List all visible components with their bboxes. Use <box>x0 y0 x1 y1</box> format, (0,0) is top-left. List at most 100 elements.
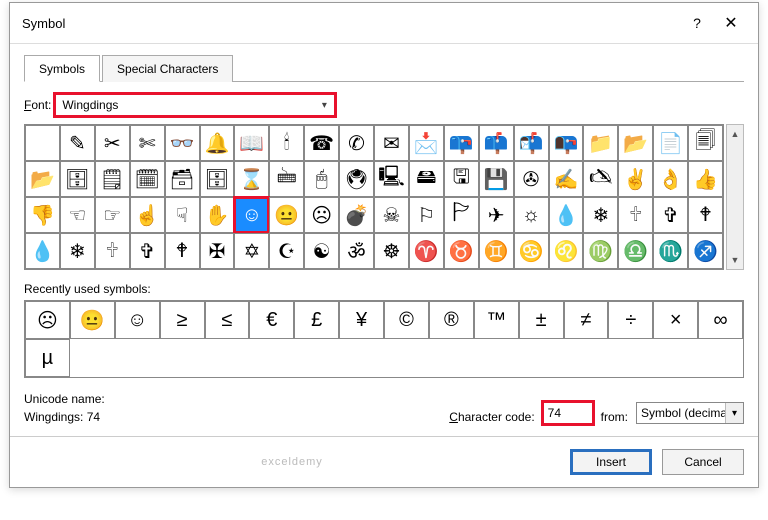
symbol-cell[interactable]: 👎 <box>25 197 60 233</box>
symbol-cell[interactable]: 🗄 <box>200 161 235 197</box>
symbol-cell[interactable]: ✎ <box>60 125 95 161</box>
symbol-cell[interactable] <box>25 125 60 161</box>
cancel-button[interactable]: Cancel <box>662 449 744 475</box>
recent-cell[interactable]: × <box>653 301 698 339</box>
font-select[interactable]: Wingdings ▾ <box>55 94 335 116</box>
symbol-cell[interactable]: 📄 <box>653 125 688 161</box>
symbol-cell[interactable]: ✍ <box>549 161 584 197</box>
recent-cell[interactable]: 😐 <box>70 301 115 339</box>
scroll-down-icon[interactable]: ▼ <box>727 251 743 269</box>
symbol-cell[interactable]: 📪 <box>444 125 479 161</box>
scroll-up-icon[interactable]: ▲ <box>727 125 743 143</box>
symbol-cell[interactable]: 🖱 <box>304 161 339 197</box>
recent-cell[interactable]: ≠ <box>564 301 609 339</box>
symbol-cell[interactable]: ♌ <box>549 233 584 269</box>
symbol-cell[interactable]: ♍ <box>583 233 618 269</box>
symbol-cell[interactable]: 🗒 <box>95 161 130 197</box>
symbol-cell[interactable]: 🏱 <box>444 197 479 233</box>
symbol-cell[interactable]: 🕆 <box>95 233 130 269</box>
symbol-cell[interactable]: ♋ <box>514 233 549 269</box>
symbol-cell[interactable]: ✠ <box>200 233 235 269</box>
symbol-cell[interactable]: 📫 <box>479 125 514 161</box>
symbol-cell[interactable]: ☺ <box>234 197 269 233</box>
symbol-cell[interactable]: 💧 <box>549 197 584 233</box>
symbol-cell[interactable]: ॐ <box>339 233 374 269</box>
symbol-cell[interactable]: 👍 <box>688 161 723 197</box>
symbol-cell[interactable]: 🖴 <box>409 161 444 197</box>
symbol-cell[interactable]: ✞ <box>653 197 688 233</box>
symbol-cell[interactable]: 🕆 <box>618 197 653 233</box>
symbol-cell[interactable]: ☪ <box>269 233 304 269</box>
recent-cell[interactable]: ® <box>429 301 474 339</box>
recent-cell[interactable]: ¥ <box>339 301 384 339</box>
symbol-cell[interactable]: ♈ <box>409 233 444 269</box>
symbol-cell[interactable]: 💾 <box>479 161 514 197</box>
symbol-cell[interactable]: ❄ <box>60 233 95 269</box>
char-code-input[interactable] <box>543 402 593 424</box>
symbol-cell[interactable]: ☠ <box>374 197 409 233</box>
symbol-cell[interactable]: 📩 <box>409 125 444 161</box>
symbol-cell[interactable]: ⚐ <box>409 197 444 233</box>
symbol-cell[interactable]: ♏ <box>653 233 688 269</box>
symbol-cell[interactable]: 💣 <box>339 197 374 233</box>
symbol-cell[interactable]: ☎ <box>304 125 339 161</box>
tab-symbols[interactable]: Symbols <box>24 55 100 82</box>
recent-cell[interactable]: ≤ <box>205 301 250 339</box>
symbol-cell[interactable]: ✌ <box>618 161 653 197</box>
recent-cell[interactable]: ™ <box>474 301 519 339</box>
symbol-cell[interactable]: 🗃 <box>165 161 200 197</box>
symbol-cell[interactable]: ✡ <box>234 233 269 269</box>
symbol-cell[interactable]: ♊ <box>479 233 514 269</box>
symbol-cell[interactable]: ☜ <box>60 197 95 233</box>
symbol-cell[interactable]: ✇ <box>514 161 549 197</box>
symbol-cell[interactable]: 📭 <box>549 125 584 161</box>
symbol-cell[interactable]: 🗄 <box>60 161 95 197</box>
symbol-cell[interactable]: ☼ <box>514 197 549 233</box>
symbol-cell[interactable]: 😐 <box>269 197 304 233</box>
symbol-cell[interactable]: 🔔 <box>200 125 235 161</box>
symbol-cell[interactable]: ☹ <box>304 197 339 233</box>
symbol-cell[interactable]: 🖎 <box>583 161 618 197</box>
insert-button[interactable]: Insert <box>570 449 652 475</box>
symbol-cell[interactable]: ✋ <box>200 197 235 233</box>
symbol-cell[interactable]: 🗓 <box>130 161 165 197</box>
recent-cell[interactable]: © <box>384 301 429 339</box>
symbol-cell[interactable]: 📂 <box>618 125 653 161</box>
symbol-cell[interactable]: 💧 <box>25 233 60 269</box>
symbol-cell[interactable]: 📖 <box>234 125 269 161</box>
symbol-cell[interactable]: ☸ <box>374 233 409 269</box>
symbol-cell[interactable]: ❄ <box>583 197 618 233</box>
recent-cell[interactable]: µ <box>25 339 70 377</box>
symbol-cell[interactable]: ☞ <box>95 197 130 233</box>
recent-cell[interactable]: ☹ <box>25 301 70 339</box>
symbol-cell[interactable]: ☯ <box>304 233 339 269</box>
symbol-cell[interactable]: 🕈 <box>688 197 723 233</box>
symbol-cell[interactable]: 🕈 <box>165 233 200 269</box>
symbol-cell[interactable]: 🖮 <box>269 161 304 197</box>
recent-cell[interactable]: ≥ <box>160 301 205 339</box>
symbol-cell[interactable]: ✂ <box>95 125 130 161</box>
recent-cell[interactable]: ± <box>519 301 564 339</box>
symbol-cell[interactable]: ♎ <box>618 233 653 269</box>
symbol-cell[interactable]: ✆ <box>339 125 374 161</box>
symbol-cell[interactable]: 🖫 <box>444 161 479 197</box>
symbol-cell[interactable]: 🖲 <box>339 161 374 197</box>
help-button[interactable]: ? <box>680 11 714 35</box>
symbol-cell[interactable]: ♐ <box>688 233 723 269</box>
symbol-cell[interactable]: ✉ <box>374 125 409 161</box>
symbol-cell[interactable]: 👓 <box>165 125 200 161</box>
recent-cell[interactable]: ☺ <box>115 301 160 339</box>
symbol-cell[interactable]: ✄ <box>130 125 165 161</box>
recent-cell[interactable]: ÷ <box>608 301 653 339</box>
symbol-cell[interactable]: 📂 <box>25 161 60 197</box>
recent-cell[interactable]: ∞ <box>698 301 743 339</box>
symbol-cell[interactable]: 🕯 <box>269 125 304 161</box>
symbol-cell[interactable]: 📬 <box>514 125 549 161</box>
symbol-cell[interactable]: 🗐 <box>688 125 723 161</box>
symbol-cell[interactable]: ☝ <box>130 197 165 233</box>
close-button[interactable]: ✕ <box>714 11 748 35</box>
symbol-cell[interactable]: 🖳 <box>374 161 409 197</box>
symbol-cell[interactable]: 👌 <box>653 161 688 197</box>
recent-cell[interactable]: £ <box>294 301 339 339</box>
recent-cell[interactable]: € <box>249 301 294 339</box>
